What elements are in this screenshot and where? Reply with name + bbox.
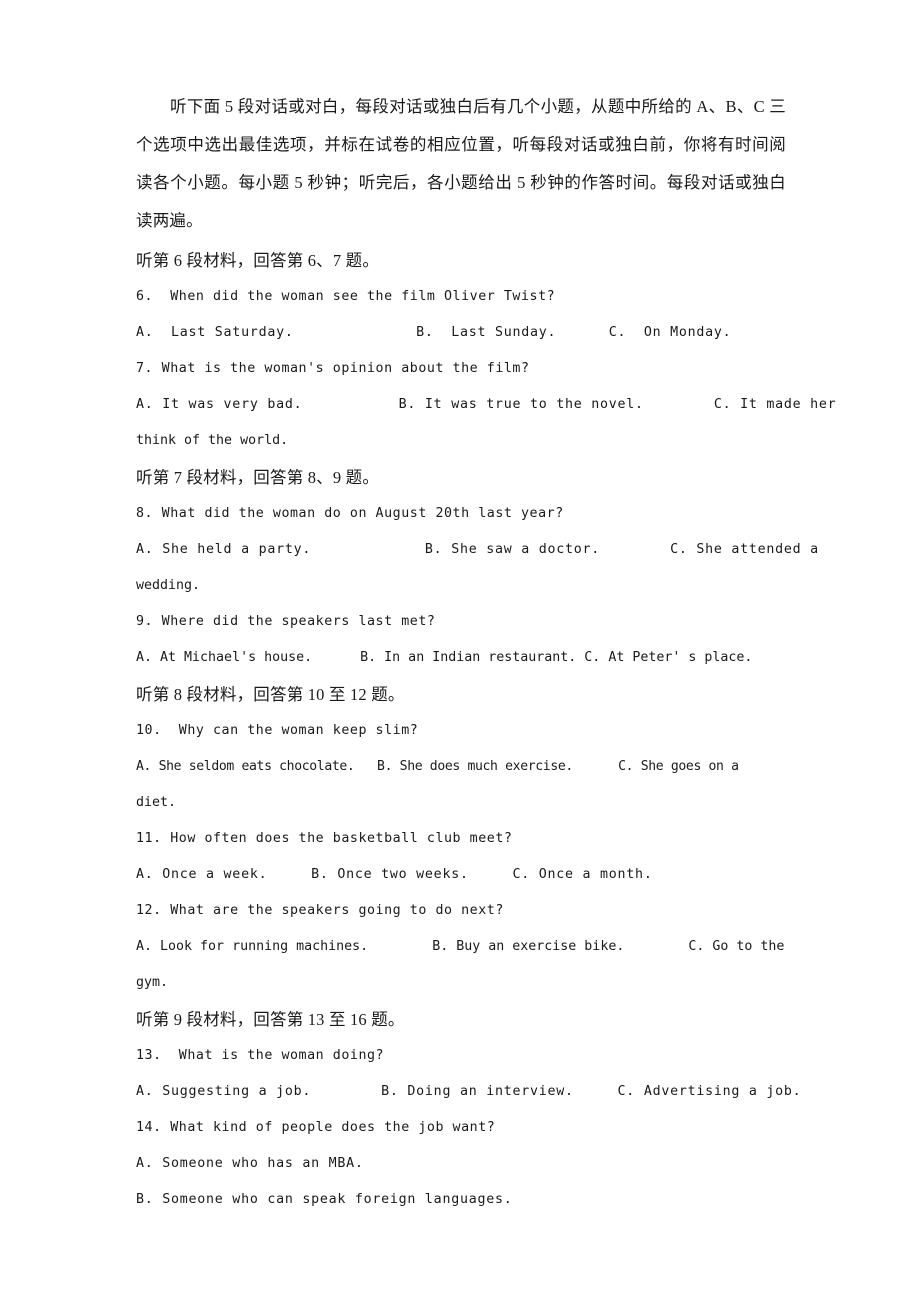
- question-7-options-continuation: think of the world.: [136, 433, 289, 448]
- section-heading-9: 听第 9 段材料，回答第 13 至 16 题。: [136, 1010, 405, 1029]
- question-11-stem: 11. How often does the basketball club m…: [136, 831, 513, 846]
- question-7-options[interactable]: A. It was very bad. B. It was true to th…: [136, 387, 836, 423]
- listening-directions-paragraph: 听下面 5 段对话或对白，每段对话或独白后有几个小题，从题中所给的 A、B、C …: [136, 97, 786, 230]
- question-6-stem: 6. When did the woman see the film Olive…: [136, 289, 556, 304]
- question-10-options[interactable]: A. She seldom eats chocolate. B. She doe…: [136, 749, 786, 785]
- section-heading-7: 听第 7 段材料，回答第 8、9 题。: [136, 468, 380, 487]
- question-12-options-continuation: gym.: [136, 975, 169, 990]
- exam-content: 听下面 5 段对话或对白，每段对话或独白后有几个小题，从题中所给的 A、B、C …: [136, 88, 836, 1218]
- question-12-options[interactable]: A. Look for running machines. B. Buy an …: [136, 929, 786, 965]
- question-7-stem: 7. What is the woman's opinion about the…: [136, 361, 530, 376]
- question-14-stem: 14. What kind of people does the job wan…: [136, 1120, 496, 1135]
- question-13-options[interactable]: A. Suggesting a job. B. Doing an intervi…: [136, 1074, 801, 1110]
- question-11-options[interactable]: A. Once a week. B. Once two weeks. C. On…: [136, 857, 786, 893]
- section-heading-8: 听第 8 段材料，回答第 10 至 12 题。: [136, 685, 405, 704]
- question-9-stem: 9. Where did the speakers last met?: [136, 614, 436, 629]
- question-10-stem: 10. Why can the woman keep slim?: [136, 723, 419, 738]
- exam-page: 听下面 5 段对话或对白，每段对话或独白后有几个小题，从题中所给的 A、B、C …: [0, 0, 920, 1302]
- question-13-stem: 13. What is the woman doing?: [136, 1048, 385, 1063]
- question-14-option-a[interactable]: A. Someone who has an MBA.: [136, 1146, 786, 1182]
- section-heading-6: 听第 6 段材料，回答第 6、7 题。: [136, 251, 380, 270]
- question-8-options[interactable]: A. She held a party. B. She saw a doctor…: [136, 532, 818, 568]
- question-9-options[interactable]: A. At Michael's house. B. In an Indian r…: [136, 640, 786, 676]
- question-10-options-continuation: diet.: [136, 795, 177, 810]
- question-8-stem: 8. What did the woman do on August 20th …: [136, 506, 564, 521]
- question-8-options-continuation: wedding.: [136, 578, 201, 593]
- question-14-option-b[interactable]: B. Someone who can speak foreign languag…: [136, 1182, 786, 1218]
- question-6-options[interactable]: A. Last Saturday. B. Last Sunday. C. On …: [136, 315, 786, 351]
- question-12-stem: 12. What are the speakers going to do ne…: [136, 903, 504, 918]
